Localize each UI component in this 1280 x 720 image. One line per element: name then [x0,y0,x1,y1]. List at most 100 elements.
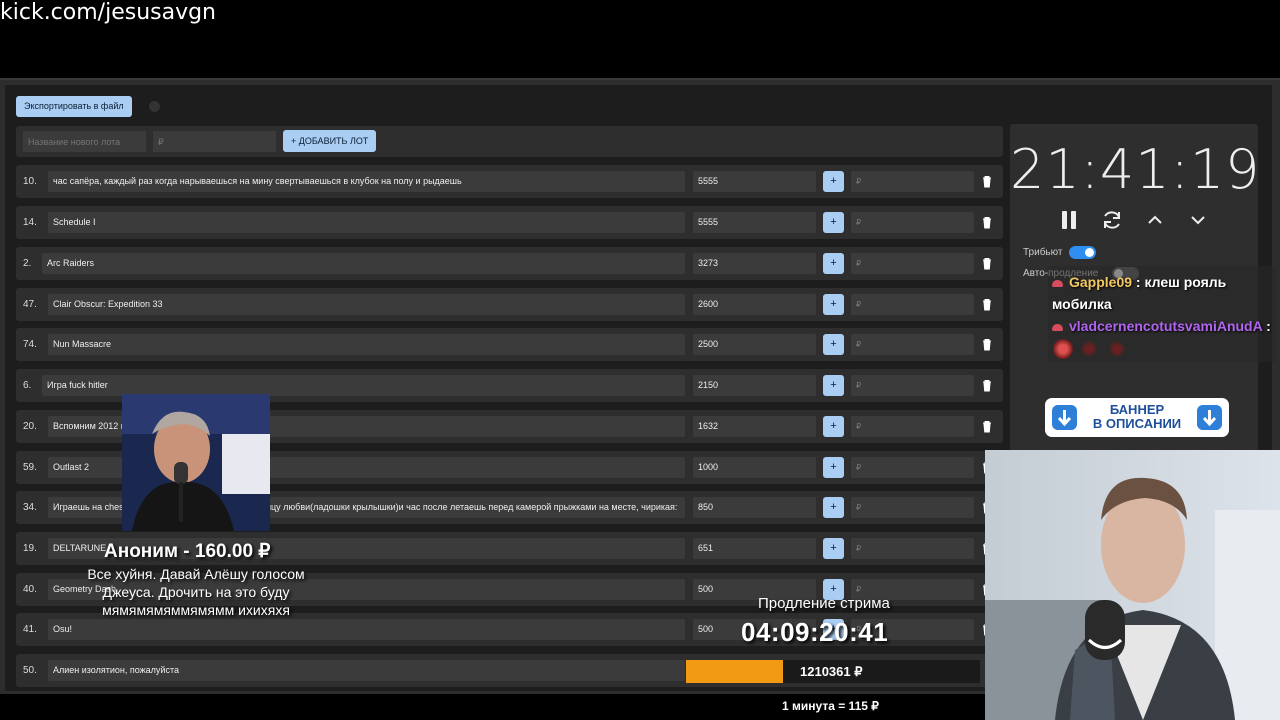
reset-icon[interactable] [1100,208,1124,232]
lot-number: 14. [23,217,37,228]
extension-label: Продление стрима [758,595,890,612]
chat-message: vladcernencotutsvamiAnudA : [1052,318,1274,334]
lot-amount[interactable]: 2500 [693,334,816,355]
lot-name: Вспомним 2012 го [53,421,129,431]
pause-icon[interactable] [1057,208,1081,232]
lot-number: 41. [23,624,37,635]
add-amount-button[interactable]: + [823,334,844,355]
tribute-label: Трибьют [1023,247,1063,258]
trash-icon[interactable] [980,337,994,351]
lot-add-input[interactable]: ₽ [851,457,974,478]
trash-icon[interactable] [980,256,994,270]
lot-row: 10. час сапёра, каждый раз когда нарываеш… [16,165,1003,198]
add-amount-button[interactable]: + [823,416,844,437]
add-lot-button[interactable]: + ДОБАВИТЬ ЛОТ [283,130,377,152]
lot-amount[interactable]: 5555 [693,212,816,233]
add-amount-button[interactable]: + [823,253,844,274]
new-lot-name-input[interactable] [23,131,146,152]
lot-number: 59. [23,462,37,473]
lot-row: 14. Schedule I 5555 + ₽ [16,206,1003,239]
lot-name: Outlast 2 [53,462,90,472]
lot-number: 2. [23,258,32,269]
channel-url: kick.com/jesusavgn [0,0,217,25]
trash-icon[interactable] [980,215,994,229]
extension-time: 04:09:20:41 [741,617,889,647]
progress-fill [686,660,783,683]
lot-name: Игра fuck hitler [47,380,108,390]
lot-add-input[interactable]: ₽ [851,538,974,559]
chat-username: Gapple09 [1069,274,1133,290]
add-amount-button[interactable]: + [823,457,844,478]
lot-amount[interactable]: 2600 [693,294,816,315]
trash-icon[interactable] [980,297,994,311]
lot-amount[interactable]: 651 [693,538,816,559]
banner-link[interactable]: БАННЕР В ОПИСАНИИ [1045,398,1229,437]
lot-add-input[interactable]: ₽ [851,253,974,274]
webcam-feed [985,450,1280,720]
lot-amount[interactable]: 1632 [693,416,816,437]
lot-row: 47. Clair Obscur: Expedition 33 2600 + ₽ [16,288,1003,321]
lot-add-input[interactable]: ₽ [851,375,974,396]
donation-image [122,394,270,531]
donation-title: Аноним - 160.00 ₽ [104,541,271,562]
lot-name-field[interactable]: Schedule I [48,212,685,233]
chevron-down-icon[interactable] [1186,208,1210,232]
new-lot-price-input[interactable] [153,131,276,152]
timer-clock: 21:41:19 [1010,138,1261,201]
donation-message: Все хуйня. Давай Алёшу голосом Джеуса. Д… [62,565,330,619]
lot-name-field[interactable]: Arc Raiders [42,253,685,274]
lot-name-field[interactable]: Nun Massacre [48,334,685,355]
add-amount-button[interactable]: + [823,375,844,396]
lot-add-input[interactable]: ₽ [851,294,974,315]
export-button[interactable]: Экспортировать в файл [16,96,132,117]
lot-number: 34. [23,502,37,513]
add-amount-button[interactable]: + [823,171,844,192]
lot-number: 50. [23,665,37,676]
lot-add-input[interactable]: ₽ [851,171,974,192]
tribute-toggle[interactable] [1069,246,1096,259]
badge-icon [1052,279,1063,287]
chevron-up-icon[interactable] [1143,208,1167,232]
lot-number: 40. [23,584,37,595]
lot-amount[interactable]: 1000 [693,457,816,478]
trash-icon[interactable] [980,378,994,392]
chat-text: : [1266,318,1271,334]
lot-row: 74. Nun Massacre 2500 + ₽ [16,328,1003,361]
lot-name-field[interactable]: Игра fuck hitler [42,375,685,396]
lot-amount[interactable]: 5555 [693,171,816,192]
emote-icon [1053,339,1073,359]
add-amount-button[interactable]: + [823,212,844,233]
lot-number: 10. [23,176,37,187]
lot-amount[interactable]: 2150 [693,375,816,396]
lot-name-field[interactable]: Алиен изолятион, пожалуйста [48,660,685,681]
trash-icon[interactable] [980,174,994,188]
add-amount-button[interactable]: + [823,538,844,559]
lot-amount[interactable]: 3273 [693,253,816,274]
lot-name: Clair Obscur: Expedition 33 [53,299,163,309]
chat-message: Gapple09 : клеш рояль мобилка [1052,271,1272,315]
lot-add-input[interactable]: ₽ [851,334,974,355]
lot-amount[interactable]: 850 [693,497,816,518]
emote-icon [1107,339,1127,359]
badge-icon [1052,323,1063,331]
trash-icon[interactable] [980,419,994,433]
lot-name-field[interactable]: час сапёра, каждый раз когда нарываешься… [48,171,685,192]
lot-name: Играешь на chess [53,502,129,512]
lot-name-field[interactable]: Clair Obscur: Expedition 33 [48,294,685,315]
donation-line: Джеуса. Дрочить на это буду [102,584,290,600]
lot-number: 20. [23,421,37,432]
lot-number: 74. [23,339,37,350]
lot-number: 19. [23,543,37,554]
lot-name: Osu! [53,624,73,634]
lot-name: Schedule I [53,217,96,227]
donation-line: мямямямяммямямм ихихяхя [102,602,290,618]
lot-add-input[interactable]: ₽ [851,497,974,518]
lot-add-input[interactable]: ₽ [851,416,974,437]
arrow-down-icon [1197,405,1222,430]
lot-name: Nun Massacre [53,339,112,349]
add-amount-button[interactable]: + [823,497,844,518]
lot-add-input[interactable]: ₽ [851,212,974,233]
add-amount-button[interactable]: + [823,294,844,315]
lot-name-field[interactable]: Osu! [48,619,685,640]
rate-label: 1 минута = 115 ₽ [782,699,879,713]
